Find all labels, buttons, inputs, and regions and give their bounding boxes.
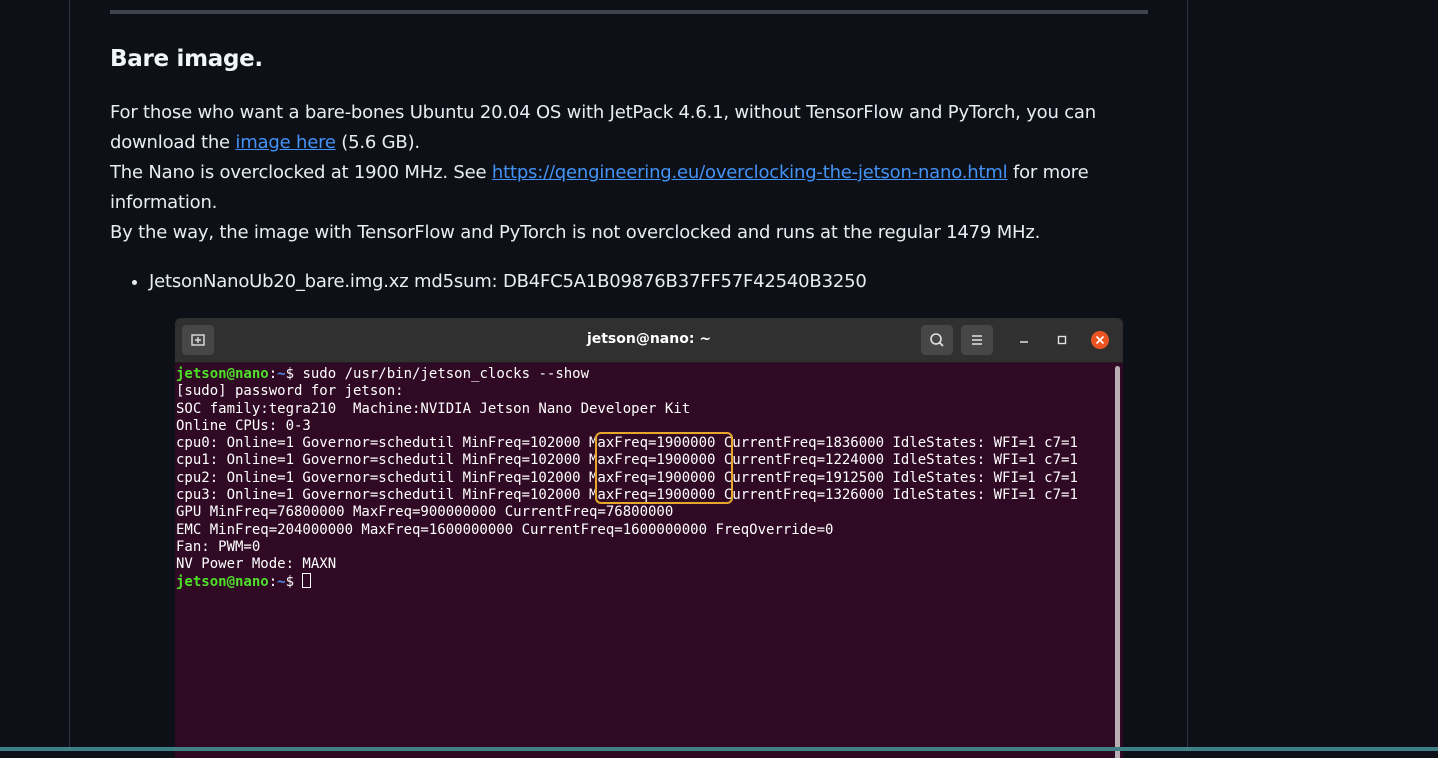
prompt-dollar: $ <box>285 366 303 382</box>
minimize-icon <box>1020 341 1028 343</box>
command-text: sudo /usr/bin/jetson_clocks --show <box>302 366 590 382</box>
terminal-titlebar: jetson@nano: ~ <box>175 318 1123 363</box>
close-icon <box>1091 331 1109 349</box>
output-line: GPU MinFreq=76800000 MaxFreq=900000000 C… <box>176 504 674 521</box>
maximize-icon <box>1057 335 1067 345</box>
prompt-line: jetson@nano:~$ <box>176 573 1123 591</box>
section-heading: Bare image. <box>110 46 263 72</box>
paragraph-text: The Nano is overclocked at 1900 MHz. See <box>110 162 492 183</box>
horizontal-rule <box>110 10 1148 14</box>
image-download-link[interactable]: image here <box>235 132 336 153</box>
bottom-edge-strip <box>0 747 1438 751</box>
terminal-screenshot: jetson@nano: ~ jetson@nano:~$ sudo /usr/… <box>175 318 1123 758</box>
paragraph-text: (5.6 GB). <box>335 132 420 153</box>
maximize-button[interactable] <box>1052 330 1072 350</box>
terminal-scrollbar[interactable] <box>1115 366 1120 758</box>
paragraph-text: By the way, the image with TensorFlow an… <box>110 222 1041 243</box>
hamburger-menu-icon <box>972 335 982 345</box>
search-icon <box>930 333 944 347</box>
output-line: EMC MinFreq=204000000 MaxFreq=1600000000… <box>176 521 834 538</box>
prompt-path: ~ <box>277 573 286 590</box>
output-line: SOC family:tegra210 Machine:NVIDIA Jetso… <box>176 400 691 417</box>
output-line: Fan: PWM=0 <box>176 538 261 555</box>
search-button[interactable] <box>921 325 953 355</box>
terminal-cursor <box>302 573 312 589</box>
description-paragraph: For those who want a bare-bones Ubuntu 2… <box>110 98 1160 248</box>
command-line: jetson@nano:~$ sudo /usr/bin/jetson_cloc… <box>176 366 1123 383</box>
output-line: NV Power Mode: MAXN <box>176 556 337 573</box>
terminal-output-area[interactable]: jetson@nano:~$ sudo /usr/bin/jetson_cloc… <box>175 363 1123 758</box>
maxfreq-highlight-box <box>595 432 733 504</box>
prompt-user: jetson@nano <box>176 366 269 382</box>
prompt-dollar: $ <box>285 573 303 590</box>
prompt-path: ~ <box>277 366 286 382</box>
close-button[interactable] <box>1090 330 1110 350</box>
minimize-button[interactable] <box>1014 330 1034 350</box>
list-item: JetsonNanoUb20_bare.img.xz md5sum: DB4FC… <box>149 268 867 296</box>
output-line: [sudo] password for jetson: <box>176 383 404 400</box>
menu-button[interactable] <box>961 325 993 355</box>
prompt-separator: : <box>268 366 278 382</box>
prompt-user: jetson@nano <box>176 573 269 590</box>
overclocking-link[interactable]: https://qengineering.eu/overclocking-the… <box>492 162 1008 183</box>
prompt-separator: : <box>268 573 278 590</box>
checksum-list: JetsonNanoUb20_bare.img.xz md5sum: DB4FC… <box>130 268 867 296</box>
